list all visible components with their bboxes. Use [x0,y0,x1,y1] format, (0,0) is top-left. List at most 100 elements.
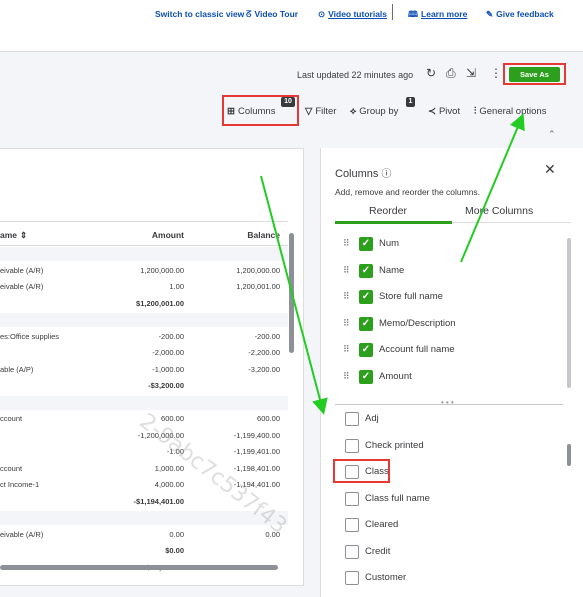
print-icon[interactable]: ⎙ [446,66,456,81]
row-amount-cell: 0.00 [169,529,184,539]
table-row[interactable]: eivable (A/R) 0.00 0.00 [0,528,288,542]
table-vertical-scrollbar[interactable] [288,221,296,561]
selected-column-item[interactable]: ⠿ ✓ Store full name [335,288,555,308]
column-label: Cleared [365,519,399,530]
selected-column-item[interactable]: ⠿ ✓ Name [335,262,555,282]
available-list-scrollbar[interactable] [567,444,571,466]
row-balance-cell: -1,199,401.00 [233,447,280,456]
drag-handle-icon[interactable]: ⠿ [343,371,350,382]
unchecked-checkbox[interactable] [345,412,359,426]
play-circle-icon: ⊙ [318,9,326,19]
table-horizontal-scrollbar[interactable] [0,565,278,570]
drag-handle-icon[interactable]: ⠿ [343,318,350,329]
selected-column-item[interactable]: ⠿ ✓ Account full name [335,341,555,361]
row-balance-cell: -2,200.00 [248,348,280,357]
drag-handle-icon[interactable]: ⠿ [343,291,350,302]
available-column-item[interactable]: Cleared [335,516,555,536]
tab-more-columns[interactable]: More Columns [465,205,533,217]
table-row[interactable]: ccount 1,000.00 -1,198,401.00 [0,462,288,476]
info-icon[interactable]: ⓘ [381,169,391,180]
row-balance-cell: -3,200.00 [248,364,280,374]
row-name-cell: ccount [0,463,23,473]
give-feedback-link[interactable]: ✎ Give feedback [486,9,554,20]
selected-column-item[interactable]: ⠿ ✓ Num [335,235,555,255]
row-balance-cell: 1,200,001.00 [236,282,280,291]
table-row[interactable] [0,247,288,261]
top-links-bar: Switch to classic view ᘔ Video Tour ⊙ Vide… [0,0,583,30]
unchecked-checkbox[interactable] [345,438,359,453]
table-row[interactable] [0,395,288,410]
col-header-name[interactable]: ame [0,230,17,240]
class-highlight [333,459,390,483]
selected-column-item[interactable]: ⠿ ✓ Amount [335,368,555,388]
column-label: Num [379,238,400,249]
checked-checkbox[interactable]: ✓ [359,316,373,331]
pivot-button[interactable]: ≺ Pivot [428,106,460,117]
table-row[interactable]: -$3,200.00 [0,379,288,393]
table-scroll-thumb[interactable] [289,233,294,353]
video-tutorials-link[interactable]: ⊙ Video tutorials [318,9,387,20]
sort-icon[interactable]: ⇕ [20,230,27,241]
checked-checkbox[interactable]: ✓ [359,343,373,357]
table-row[interactable]: es:Office supplies -200.00 -200.00 [0,330,288,344]
available-column-item[interactable]: Adj [335,410,555,430]
col-header-amount[interactable]: Amount [152,230,184,240]
checked-checkbox[interactable]: ✓ [359,237,373,251]
unchecked-checkbox[interactable] [345,544,359,559]
switch-classic-link[interactable]: Switch to classic view [155,9,244,19]
report-table-header: ame ⇕ Amount Balance [0,221,288,246]
row-amount-cell: $0.00 [165,546,184,555]
drag-handle-icon[interactable]: ⠿ [343,238,350,249]
video-tour-link[interactable]: ᘔ Video Tour [246,9,298,20]
available-column-item[interactable]: Class full name [335,490,555,510]
checked-checkbox[interactable]: ✓ [359,290,373,304]
column-label: Credit [365,545,391,557]
selected-column-item[interactable]: ⠿ ✓ Memo/Description [335,315,555,335]
columns-panel: Columns ⓘ ✕ Add, remove and reorder the … [320,148,583,597]
general-options-button[interactable]: ⫶ General options [474,106,546,117]
collapse-chevron-icon[interactable]: ⌃ [548,129,556,140]
learn-more-link[interactable]: 🕮 Learn more [408,9,467,23]
col-header-balance[interactable]: Balance [247,230,280,240]
export-icon[interactable]: ⇲ [466,66,476,80]
available-column-item[interactable]: Check printed [335,437,555,457]
table-row[interactable]: -1.00 -1,199,401.00 [0,445,288,459]
available-column-item[interactable]: Customer [335,569,555,589]
table-row[interactable]: $0.00 [0,544,288,558]
tab-reorder[interactable]: Reorder [369,205,407,217]
table-row[interactable]: able (A/P) -1,000.00 -3,200.00 [0,363,288,377]
table-row[interactable] [0,313,288,327]
active-tab-indicator [335,221,452,224]
pane-resize-handle[interactable]: • • • [441,398,454,407]
unchecked-checkbox[interactable] [345,491,359,506]
table-row[interactable]: eivable (A/R) 1.00 1,200,001.00 [0,280,288,294]
selected-list-scrollbar[interactable] [567,238,571,388]
row-name-cell: able (A/P) [0,364,34,374]
group-by-button[interactable]: ⟡ Group by [350,106,398,117]
drag-handle-icon[interactable]: ⠿ [343,344,350,355]
table-row[interactable]: eivable (A/R) 1,200,000.00 1,200,000.00 [0,264,288,278]
close-icon[interactable]: ✕ [544,161,556,178]
sliders-icon: ⫶ [474,106,477,117]
checked-checkbox[interactable]: ✓ [359,369,373,384]
row-amount-cell: $1,200,001.00 [136,298,184,308]
more-options-icon[interactable]: ⋮ [490,66,502,80]
table-row[interactable]: $1,200,001.00 [0,297,288,311]
filter-button[interactable]: ▽ Filter [305,106,336,117]
unchecked-checkbox[interactable] [345,571,359,585]
unchecked-checkbox[interactable] [345,518,359,532]
row-balance-cell: -1,199,400.00 [233,430,280,440]
row-name-cell: ct Income-1 [0,480,40,489]
available-column-item[interactable]: Credit [335,543,555,563]
drag-handle-icon[interactable]: ⠿ [343,265,350,276]
checked-checkbox[interactable]: ✓ [359,263,373,278]
row-amount-cell: -1,000.00 [152,364,184,374]
video-tour-icon: ᘔ [246,9,252,19]
row-amount-cell: 1.00 [169,282,184,291]
table-row[interactable]: -2,000.00 -2,200.00 [0,346,288,360]
row-name-cell: ccount [0,414,23,423]
refresh-icon[interactable]: ↻ [426,66,436,80]
column-label: Store full name [379,291,443,302]
row-balance-cell: 1,200,000.00 [236,265,280,275]
row-amount-cell: -$3,200.00 [148,381,184,390]
